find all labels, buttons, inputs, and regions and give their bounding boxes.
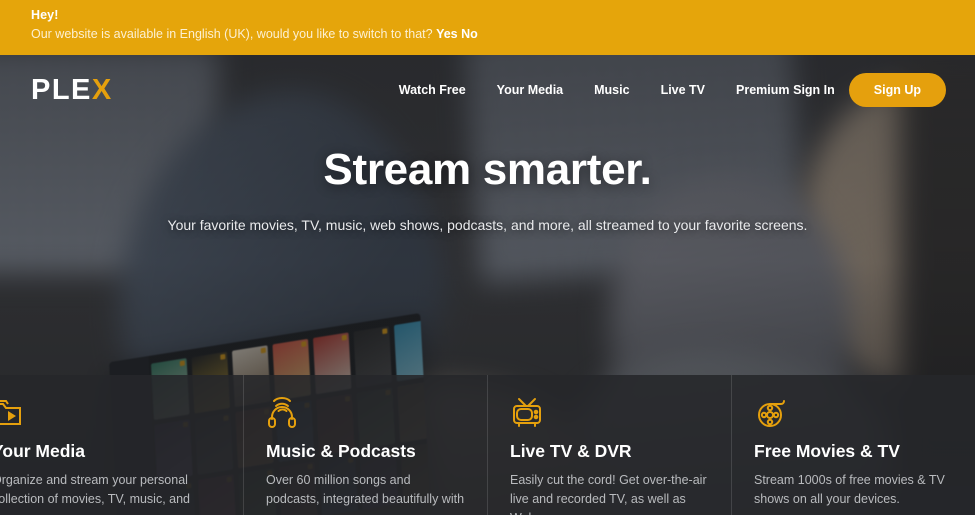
- feature-title: Music & Podcasts: [266, 441, 416, 461]
- banner-message-text: Our website is available in English (UK)…: [31, 27, 433, 41]
- hero-title: Stream smarter.: [323, 145, 652, 194]
- feature-description: Organize and stream your personal collec…: [0, 473, 191, 506]
- nav-account-actions: Sign In Sign Up: [793, 73, 946, 107]
- nav-links: Watch Free Your Media Music Live TV Prem…: [399, 83, 790, 97]
- nav-link-your-media[interactable]: Your Media: [497, 83, 563, 97]
- nav-link-live-tv[interactable]: Live TV: [661, 83, 705, 97]
- feature-title: Free Movies & TV: [754, 441, 900, 461]
- feature-card-music-podcasts[interactable]: Music & Podcasts Over 60 million songs a…: [243, 375, 487, 515]
- film-reel-icon: [754, 397, 953, 431]
- folder-play-icon: [0, 397, 221, 431]
- feature-card-live-tv-dvr[interactable]: Live TV & DVR Easily cut the cord! Get o…: [487, 375, 731, 515]
- hero-copy: Stream smarter. Your favorite movies, TV…: [0, 145, 975, 233]
- feature-description: Over 60 million songs and podcasts, inte…: [266, 473, 465, 515]
- banner-message: Our website is available in English (UK)…: [31, 25, 975, 43]
- main-navigation: PLEX Watch Free Your Media Music Live TV…: [0, 55, 975, 125]
- feature-description: Easily cut the cord! Get over-the-air li…: [510, 473, 707, 515]
- nav-link-premium[interactable]: Premium: [736, 83, 790, 97]
- plex-logo[interactable]: PLEX: [31, 73, 113, 106]
- language-banner: Hey! Our website is available in English…: [0, 0, 975, 55]
- banner-title: Hey!: [31, 8, 59, 22]
- feature-title: Your Media: [0, 441, 86, 461]
- feature-description: Stream 1000s of free movies & TV shows o…: [754, 473, 945, 506]
- headphones-icon: [266, 397, 465, 431]
- logo-text-accent: X: [91, 73, 113, 106]
- feature-cards: Your Media Organize and stream your pers…: [0, 375, 975, 515]
- banner-no-link[interactable]: No: [461, 27, 478, 41]
- sign-up-button[interactable]: Sign Up: [848, 73, 946, 107]
- retro-tv-icon: [510, 397, 709, 431]
- sign-in-link[interactable]: Sign In: [793, 83, 835, 97]
- banner-yes-link[interactable]: Yes: [436, 27, 458, 41]
- hero-subtitle: Your favorite movies, TV, music, web sho…: [167, 217, 808, 233]
- feature-card-your-media[interactable]: Your Media Organize and stream your pers…: [0, 375, 243, 515]
- logo-text-main: PLE: [31, 73, 92, 106]
- nav-link-music[interactable]: Music: [594, 83, 629, 97]
- nav-link-watch-free[interactable]: Watch Free: [399, 83, 466, 97]
- feature-card-free-movies-tv[interactable]: Free Movies & TV Stream 1000s of free mo…: [731, 375, 975, 515]
- feature-title: Live TV & DVR: [510, 441, 632, 461]
